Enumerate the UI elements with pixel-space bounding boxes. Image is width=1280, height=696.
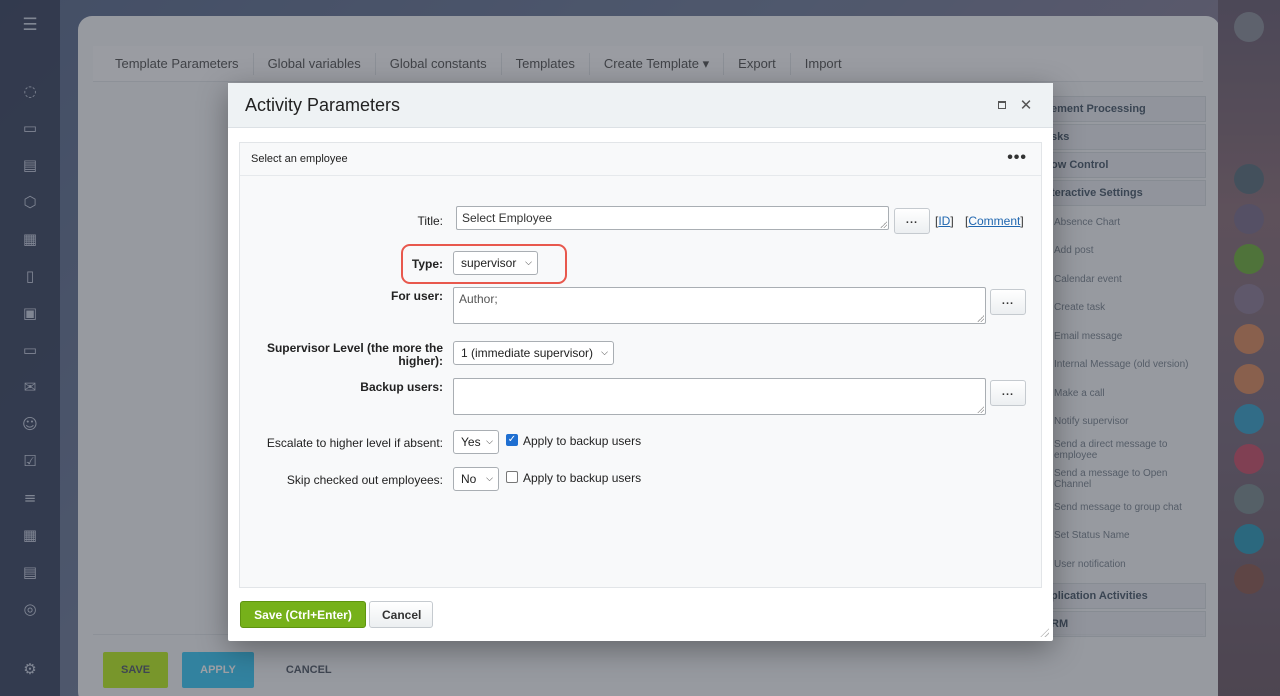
supervisor-level-label-line2: higher):: [398, 354, 443, 368]
escalate-select[interactable]: Yes ⌵: [453, 430, 499, 454]
resize-grip[interactable]: [977, 315, 984, 322]
resize-grip[interactable]: [977, 406, 984, 413]
escalate-label: Escalate to higher level if absent:: [266, 436, 443, 450]
panel-title: Select an employee: [251, 153, 348, 165]
skip-select[interactable]: No ⌵: [453, 467, 499, 491]
activity-parameters-dialog: Activity Parameters ✕ Select an employee…: [228, 83, 1053, 641]
backup-users-label: Backup users:: [360, 380, 443, 394]
parameters-panel: Select an employee ••• Title: Select Emp…: [239, 142, 1042, 588]
dialog-header: Activity Parameters ✕: [228, 83, 1053, 128]
for-user-input[interactable]: Author;: [453, 287, 986, 324]
title-input-value: Select Employee: [462, 211, 553, 225]
for-user-input-value: Author;: [459, 292, 498, 306]
supervisor-level-value: 1 (immediate supervisor): [461, 346, 594, 360]
title-label: Title:: [417, 214, 443, 228]
type-select[interactable]: supervisor ⌵: [453, 251, 538, 275]
panel-header: Select an employee •••: [240, 143, 1041, 176]
id-link[interactable]: ID: [938, 214, 950, 228]
escalate-apply-checkbox[interactable]: ✓: [506, 434, 518, 446]
cancel-button[interactable]: Cancel: [369, 601, 433, 628]
type-select-value: supervisor: [461, 256, 517, 270]
escalate-apply-label: Apply to backup users: [523, 434, 642, 448]
backup-users-picker-button[interactable]: ...: [990, 380, 1026, 406]
dialog-resize-handle[interactable]: [1040, 628, 1049, 637]
save-button[interactable]: Save (Ctrl+Enter): [240, 601, 366, 628]
more-options-icon[interactable]: •••: [1007, 149, 1027, 167]
chevron-down-icon: ⌵: [486, 474, 493, 484]
maximize-icon[interactable]: [993, 96, 1011, 114]
title-input[interactable]: Select Employee: [456, 206, 889, 230]
dialog-title: Activity Parameters: [245, 95, 401, 115]
chevron-down-icon: ⌵: [525, 258, 532, 268]
chevron-down-icon: ⌵: [486, 437, 493, 447]
comment-link-wrap: [Comment]: [965, 214, 1024, 228]
skip-apply-label: Apply to backup users: [523, 471, 642, 485]
title-picker-button[interactable]: ...: [894, 208, 930, 234]
id-link-wrap: [ID]: [935, 214, 954, 228]
for-user-label: For user:: [390, 289, 443, 303]
skip-select-value: No: [461, 472, 477, 486]
backup-users-input[interactable]: [453, 378, 986, 415]
chevron-down-icon: ⌵: [601, 348, 608, 358]
supervisor-level-select[interactable]: 1 (immediate supervisor) ⌵: [453, 341, 614, 365]
resize-grip[interactable]: [880, 221, 887, 228]
skip-label: Skip checked out employees:: [286, 473, 443, 487]
escalate-select-value: Yes: [461, 435, 481, 449]
supervisor-level-label-line1: Supervisor Level (the more the: [266, 341, 443, 355]
close-icon[interactable]: ✕: [1017, 96, 1035, 114]
comment-link[interactable]: Comment: [968, 214, 1020, 228]
type-label: Type:: [411, 257, 443, 271]
for-user-picker-button[interactable]: ...: [990, 289, 1026, 315]
skip-apply-checkbox[interactable]: [506, 471, 518, 483]
